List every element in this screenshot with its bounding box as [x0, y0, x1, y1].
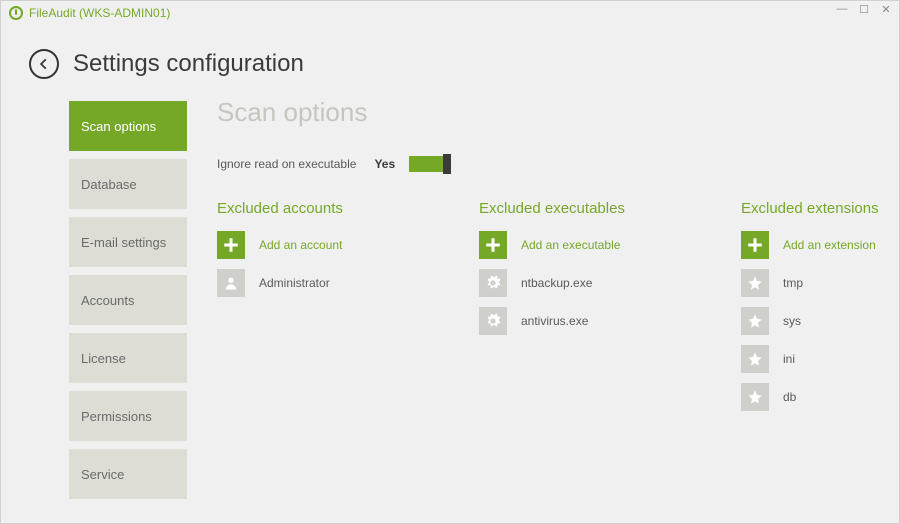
plus-icon — [217, 231, 245, 259]
toggle-ignore-read: Ignore read on executable Yes — [217, 156, 900, 172]
sidebar-item-accounts[interactable]: Accounts — [69, 275, 187, 325]
gear-icon — [479, 269, 507, 297]
sidebar-item-permissions[interactable]: Permissions — [69, 391, 187, 441]
column-title: Excluded accounts — [217, 200, 427, 217]
list-item[interactable]: Administrator — [217, 269, 427, 297]
list-item[interactable]: tmp — [741, 269, 900, 297]
plus-icon — [741, 231, 769, 259]
minimize-button[interactable]: — — [835, 3, 849, 16]
item-label: antivirus.exe — [521, 314, 588, 328]
list-item[interactable]: ntbackup.exe — [479, 269, 689, 297]
item-label: ini — [783, 352, 795, 366]
gear-icon — [479, 307, 507, 335]
star-icon — [741, 269, 769, 297]
toggle-switch[interactable] — [409, 156, 451, 172]
item-label: ntbackup.exe — [521, 276, 592, 290]
window-controls: — ☐ ✕ — [835, 3, 893, 16]
star-icon — [741, 383, 769, 411]
sidebar-item-label: E-mail settings — [81, 235, 166, 250]
list-item[interactable]: antivirus.exe — [479, 307, 689, 335]
star-icon — [741, 307, 769, 335]
maximize-button[interactable]: ☐ — [857, 3, 871, 16]
sidebar-item-database[interactable]: Database — [69, 159, 187, 209]
list-item[interactable]: ini — [741, 345, 900, 373]
sidebar-item-service[interactable]: Service — [69, 449, 187, 499]
excluded-extensions-column: Excluded extensions Add an extension tmp — [741, 200, 900, 421]
sidebar: Scan options Database E-mail settings Ac… — [69, 101, 187, 507]
app-logo-icon — [9, 6, 23, 20]
excluded-executables-column: Excluded executables Add an executable n… — [479, 200, 689, 421]
sidebar-item-label: Permissions — [81, 409, 152, 424]
add-account-button[interactable]: Add an account — [217, 231, 427, 259]
list-item[interactable]: db — [741, 383, 900, 411]
sidebar-item-label: License — [81, 351, 126, 366]
column-title: Excluded extensions — [741, 200, 900, 217]
page-title: Settings configuration — [73, 50, 304, 78]
sidebar-item-label: Scan options — [81, 119, 156, 134]
add-label: Add an account — [259, 238, 342, 252]
sidebar-item-label: Accounts — [81, 293, 134, 308]
window-title: FileAudit (WKS-ADMIN01) — [29, 6, 170, 20]
toggle-label: Ignore read on executable — [217, 157, 356, 171]
star-icon — [741, 345, 769, 373]
add-label: Add an extension — [783, 238, 876, 252]
titlebar: FileAudit (WKS-ADMIN01) — ☐ ✕ — [1, 1, 899, 25]
columns: Excluded accounts Add an account Adminis… — [217, 200, 900, 421]
add-extension-button[interactable]: Add an extension — [741, 231, 900, 259]
sidebar-item-label: Database — [81, 177, 137, 192]
user-icon — [217, 269, 245, 297]
plus-icon — [479, 231, 507, 259]
content: Scan options Database E-mail settings Ac… — [1, 101, 899, 507]
close-button[interactable]: ✕ — [879, 3, 893, 16]
toggle-value: Yes — [374, 157, 395, 171]
section-heading: Scan options — [217, 97, 900, 128]
item-label: tmp — [783, 276, 803, 290]
add-executable-button[interactable]: Add an executable — [479, 231, 689, 259]
main: Scan options Ignore read on executable Y… — [187, 101, 900, 507]
item-label: db — [783, 390, 796, 404]
header: Settings configuration — [1, 25, 899, 101]
sidebar-item-label: Service — [81, 467, 124, 482]
sidebar-item-email-settings[interactable]: E-mail settings — [69, 217, 187, 267]
sidebar-item-scan-options[interactable]: Scan options — [69, 101, 187, 151]
add-label: Add an executable — [521, 238, 620, 252]
list-item[interactable]: sys — [741, 307, 900, 335]
back-arrow-icon — [37, 57, 51, 71]
excluded-accounts-column: Excluded accounts Add an account Adminis… — [217, 200, 427, 421]
back-button[interactable] — [29, 49, 59, 79]
item-label: sys — [783, 314, 801, 328]
column-title: Excluded executables — [479, 200, 689, 217]
item-label: Administrator — [259, 276, 330, 290]
sidebar-item-license[interactable]: License — [69, 333, 187, 383]
